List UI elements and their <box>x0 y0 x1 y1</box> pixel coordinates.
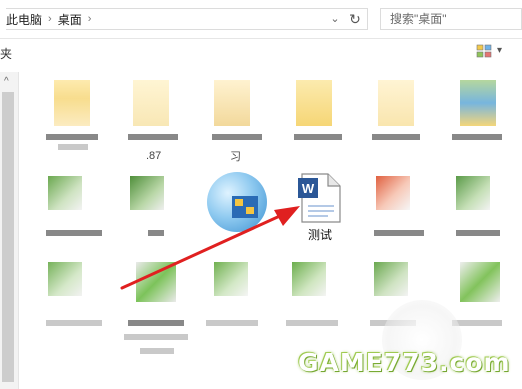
blurred-file-label <box>372 134 420 140</box>
blurred-file-label <box>46 134 98 140</box>
scroll-up-icon[interactable]: ^ <box>4 76 9 87</box>
nav-pane-label[interactable]: 夹 <box>0 45 12 62</box>
blurred-app-item[interactable] <box>48 262 82 296</box>
blurred-app-item[interactable] <box>374 262 408 296</box>
view-options-dropdown[interactable]: ▾ <box>497 45 502 56</box>
blurred-folder-item[interactable] <box>460 80 496 126</box>
breadcrumb-this-pc[interactable]: 此电脑 <box>6 11 42 28</box>
blurred-file-label <box>124 334 188 340</box>
address-history-dropdown[interactable]: ⌄ <box>326 9 344 29</box>
shortcut-badge-icon <box>232 196 258 218</box>
blurred-file-label <box>456 230 500 236</box>
word-document-label[interactable]: 测试 <box>300 226 340 243</box>
blurred-app-item[interactable] <box>136 262 176 302</box>
blurred-file-label <box>46 320 102 326</box>
nav-scrollbar[interactable] <box>2 92 14 382</box>
blurred-file-label <box>58 144 88 150</box>
breadcrumb-desktop[interactable]: 桌面 <box>58 11 82 28</box>
blurred-file-label <box>128 134 178 140</box>
file-label: 习 <box>230 151 241 163</box>
watermark-text: GAME773.com <box>298 348 511 377</box>
word-icon-letter: W <box>302 181 315 196</box>
toolbar-row <box>0 38 522 66</box>
blurred-folder-item[interactable] <box>214 80 250 126</box>
blurred-file-label <box>148 230 164 236</box>
blurred-folder-item[interactable] <box>54 80 90 126</box>
blurred-file-label <box>140 348 174 354</box>
large-icons-view-icon[interactable] <box>476 44 492 58</box>
blurred-app-item[interactable] <box>130 176 164 210</box>
breadcrumb-separator[interactable]: › <box>88 13 92 25</box>
address-bar: 此电脑 › 桌面 › ⌄ ↻ 搜索"桌面" <box>0 0 522 39</box>
blurred-app-item[interactable] <box>376 176 410 210</box>
blurred-folder-item[interactable] <box>296 80 332 126</box>
blurred-file-label <box>212 134 262 140</box>
word-document-icon[interactable]: W <box>296 172 342 224</box>
refresh-icon[interactable]: ↻ <box>345 9 365 29</box>
search-input[interactable]: 搜索"桌面" <box>380 8 522 30</box>
blurred-folder-item[interactable] <box>378 80 414 126</box>
blurred-app-item[interactable] <box>456 176 490 210</box>
blurred-file-label <box>374 230 424 236</box>
blurred-file-label <box>206 320 258 326</box>
breadcrumb-separator[interactable]: › <box>48 13 52 25</box>
blurred-app-item[interactable] <box>48 176 82 210</box>
blurred-file-label <box>128 320 184 326</box>
blurred-file-label <box>294 134 342 140</box>
blurred-file-label <box>452 134 502 140</box>
breadcrumb[interactable]: 此电脑 › 桌面 › <box>6 8 368 30</box>
blurred-file-label <box>286 320 338 326</box>
blurred-app-item[interactable] <box>214 262 248 296</box>
blurred-file-label <box>46 230 102 236</box>
blurred-app-item[interactable] <box>292 262 326 296</box>
file-label: .87 <box>146 150 162 162</box>
blurred-folder-item[interactable] <box>133 80 169 126</box>
blurred-app-item[interactable] <box>460 262 500 302</box>
